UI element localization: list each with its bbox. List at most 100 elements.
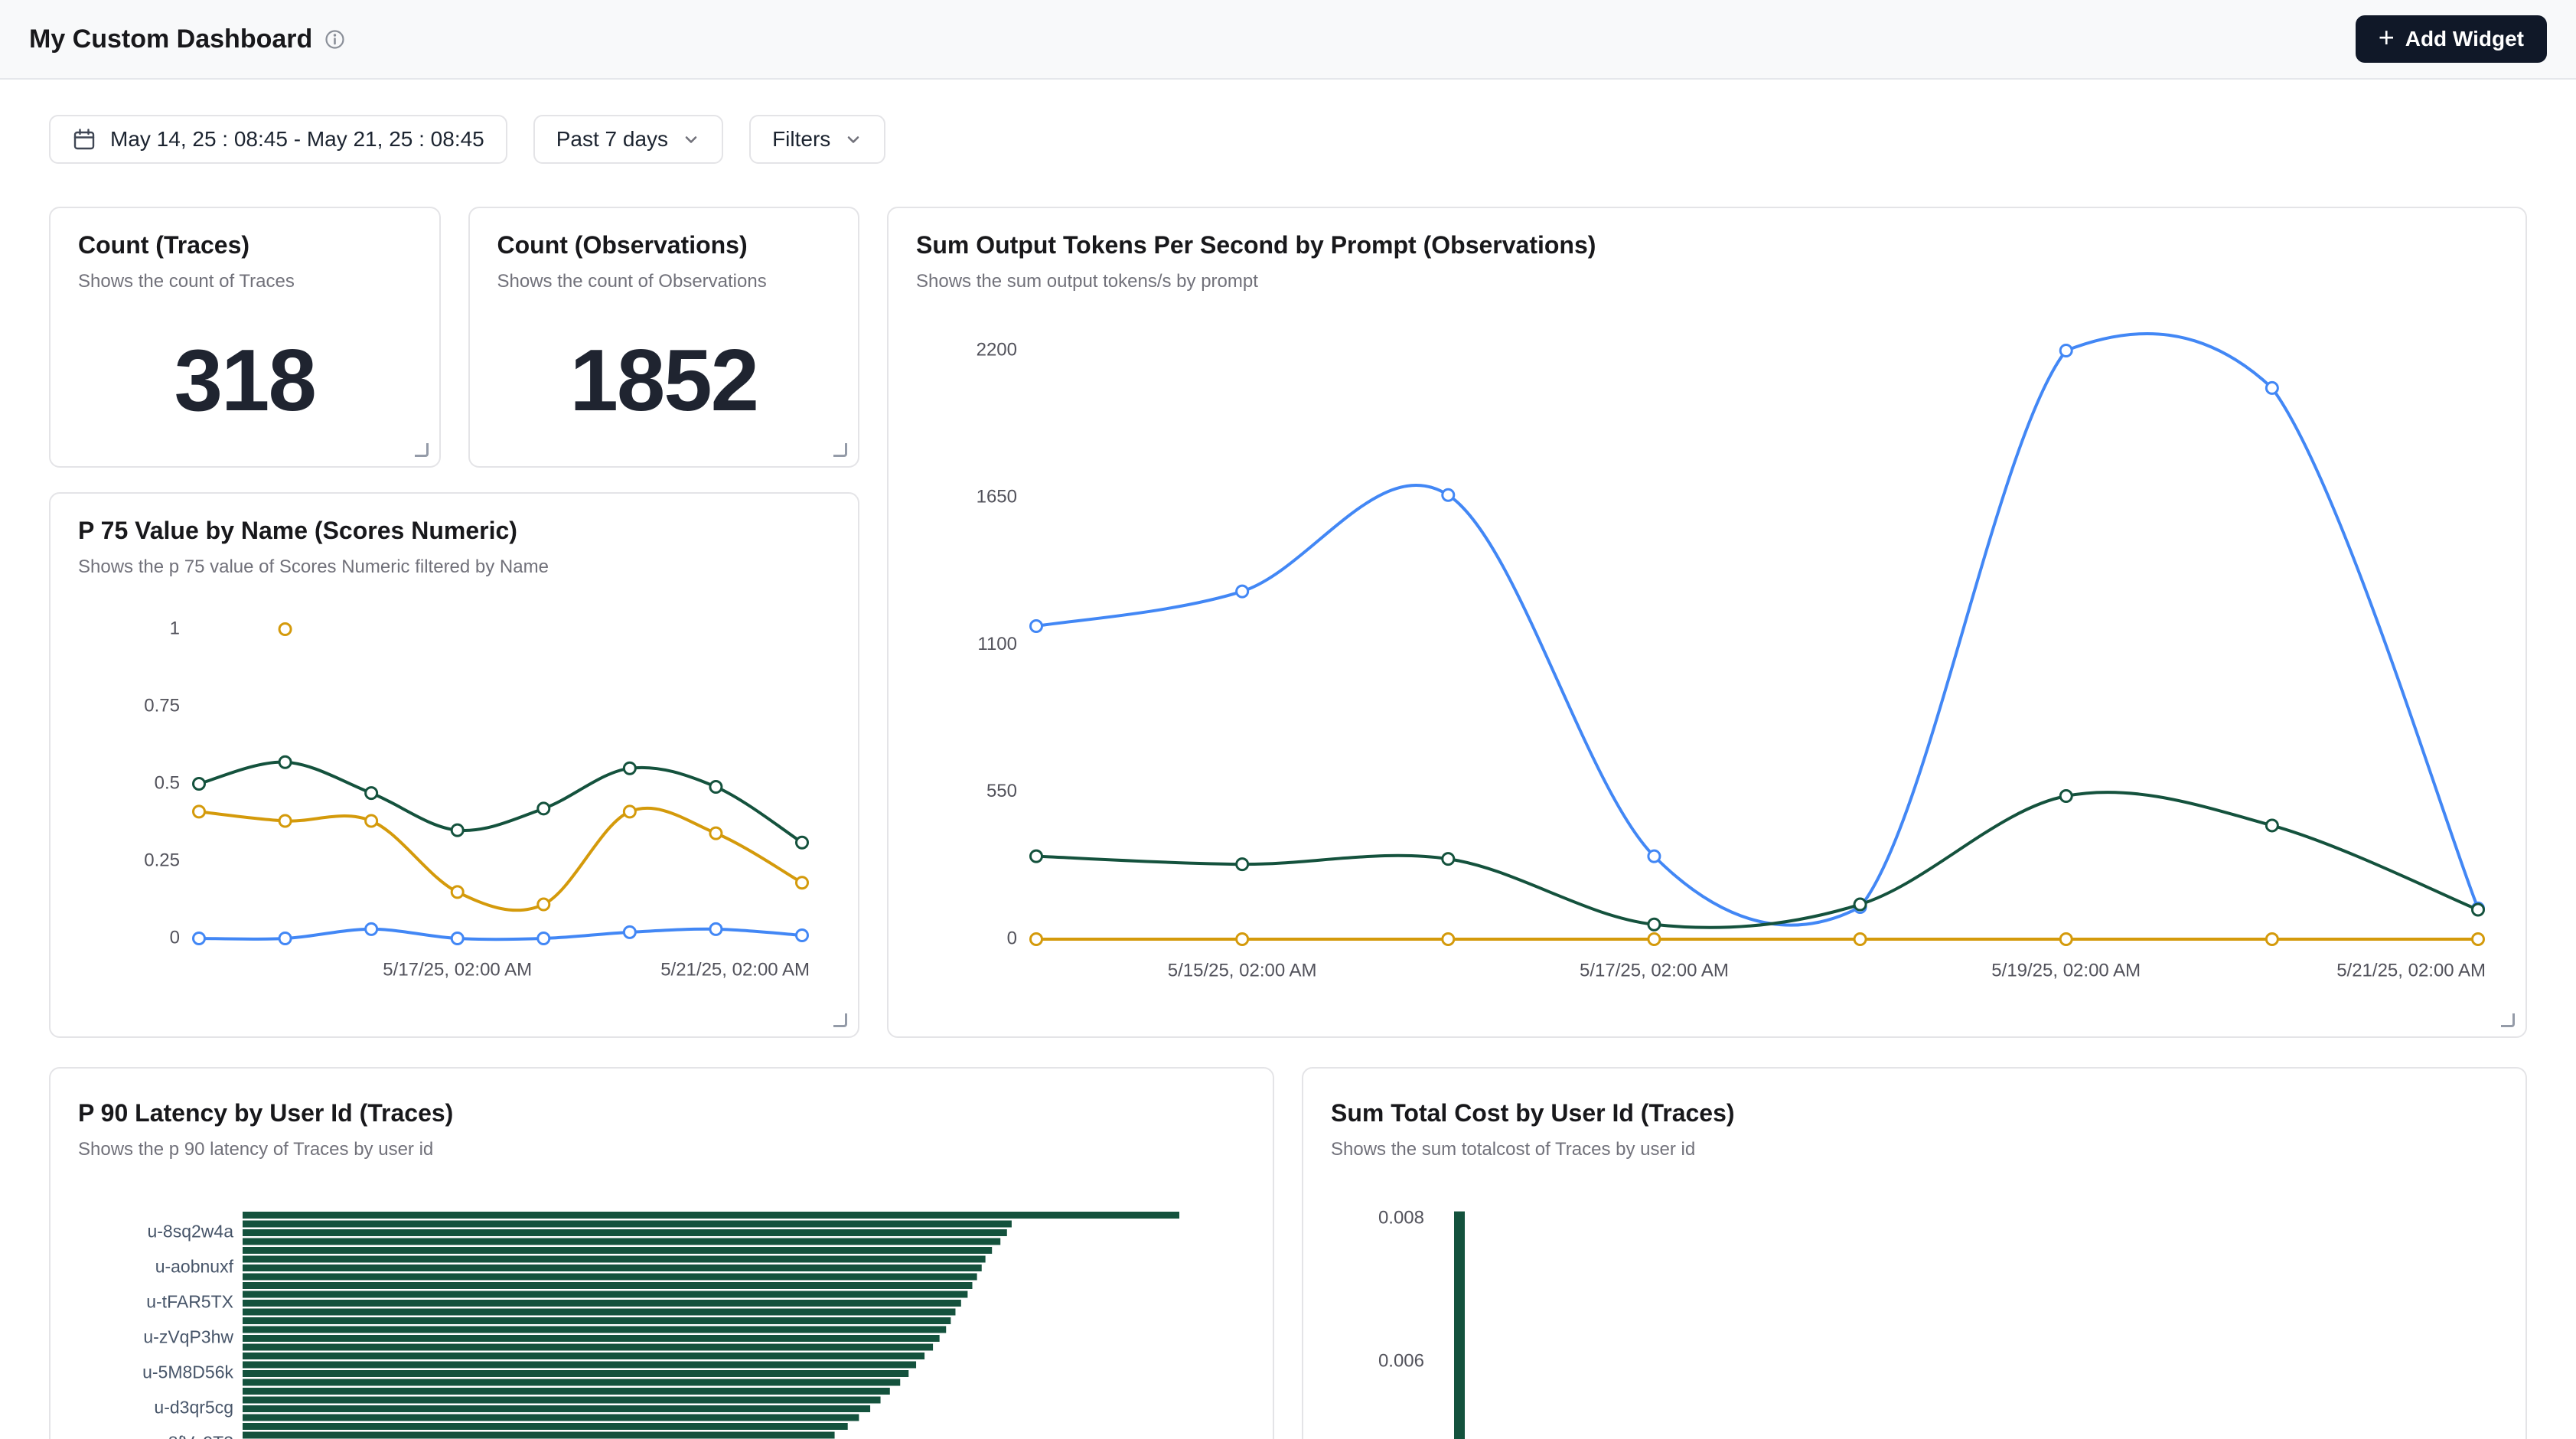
filters-button[interactable]: Filters	[749, 115, 885, 164]
resize-handle[interactable]	[833, 443, 847, 457]
info-icon[interactable]	[324, 29, 345, 50]
y-tick-label: 1100	[977, 634, 1017, 654]
y-tick-label: 0.75	[144, 695, 180, 716]
data-point	[194, 806, 205, 817]
bar-label: u-d3qr5cg	[154, 1397, 233, 1417]
line-series	[1036, 334, 2478, 925]
data-point	[1237, 933, 1248, 945]
sum-total-cost-bar-chart: 0.0080.006	[1331, 1173, 2501, 1439]
data-point	[2060, 344, 2072, 356]
x-tick-label: 5/21/25, 02:00 AM	[660, 959, 810, 980]
sum-output-tokens-line-chart: 05501100165022005/15/25, 02:00 AM5/17/25…	[916, 308, 2509, 982]
bar-label: u-8sq2w4a	[147, 1221, 233, 1241]
resize-handle[interactable]	[415, 443, 429, 457]
data-point	[2266, 382, 2278, 393]
filter-toolbar: May 14, 25 : 08:45 - May 21, 25 : 08:45 …	[0, 115, 2576, 164]
data-point	[2060, 790, 2072, 801]
bar	[243, 1238, 1000, 1245]
bar	[243, 1308, 955, 1315]
data-point	[1237, 858, 1248, 870]
bar	[243, 1423, 848, 1430]
resize-handle[interactable]	[833, 1013, 847, 1027]
data-point	[1443, 489, 1454, 501]
y-tick-label: 0	[170, 927, 180, 948]
widget-subtitle: Shows the sum totalcost of Traces by use…	[1331, 1139, 2498, 1161]
widget-count-traces: Count (Traces) Shows the count of Traces…	[49, 207, 441, 468]
add-widget-button[interactable]: + Add Widget	[2356, 15, 2547, 63]
bar	[243, 1255, 986, 1262]
data-point	[366, 923, 377, 935]
line-series	[1036, 792, 2478, 928]
widget-title: P 90 Latency by User Id (Traces)	[78, 1098, 1245, 1128]
date-range-label: May 14, 25 : 08:45 - May 21, 25 : 08:45	[110, 127, 484, 152]
widget-subtitle: Shows the p 90 latency of Traces by user…	[78, 1139, 1245, 1161]
dashboard-grid: Count (Traces) Shows the count of Traces…	[0, 207, 2576, 1038]
x-tick-label: 5/17/25, 02:00 AM	[383, 959, 532, 980]
bar	[243, 1396, 881, 1403]
bar-label: u-tFAR5TX	[146, 1291, 233, 1311]
range-preset-label: Past 7 days	[556, 127, 668, 152]
data-point	[2266, 820, 2278, 831]
data-point	[279, 932, 291, 944]
data-point	[538, 899, 549, 910]
date-range-button[interactable]: May 14, 25 : 08:45 - May 21, 25 : 08:45	[49, 115, 507, 164]
widget-title: Sum Output Tokens Per Second by Prompt (…	[916, 230, 2498, 260]
data-point	[710, 781, 722, 792]
data-point	[1648, 919, 1660, 930]
bar	[243, 1370, 908, 1377]
y-tick-label: 0.25	[144, 850, 180, 870]
bar	[1454, 1211, 1465, 1439]
data-point	[1031, 933, 1042, 945]
widget-subtitle: Shows the p 75 value of Scores Numeric f…	[78, 556, 830, 579]
widget-title: Count (Observations)	[497, 230, 831, 260]
data-point	[1648, 850, 1660, 862]
resize-handle[interactable]	[2501, 1013, 2515, 1027]
p75-value-line-chart: 00.250.50.7515/17/25, 02:00 AM5/21/25, 0…	[78, 594, 833, 981]
widget-subtitle: Shows the sum output tokens/s by prompt	[916, 271, 2498, 293]
data-point	[710, 923, 722, 935]
filters-label: Filters	[772, 127, 830, 152]
x-tick-label: 5/15/25, 02:00 AM	[1168, 960, 1317, 981]
count-traces-value: 318	[78, 338, 412, 425]
y-tick-label: 1650	[977, 486, 1017, 507]
widget-subtitle: Shows the count of Traces	[78, 271, 412, 293]
data-point	[452, 886, 463, 898]
data-point	[1854, 933, 1866, 945]
p90-latency-bar-chart: u-8sq2w4au-aobnuxfu-tFAR5TXu-zVqP3hwu-5M…	[78, 1173, 1248, 1439]
data-point	[710, 827, 722, 839]
x-tick-label: 5/19/25, 02:00 AM	[1991, 960, 2141, 981]
bar	[243, 1291, 967, 1297]
data-point	[2060, 933, 2072, 945]
y-tick-label: 0.008	[1378, 1207, 1424, 1228]
topbar: My Custom Dashboard + Add Widget	[0, 0, 2576, 80]
bar	[243, 1343, 933, 1350]
count-widgets-row: Count (Traces) Shows the count of Traces…	[49, 207, 859, 468]
bar	[243, 1212, 1179, 1219]
data-point	[1443, 933, 1454, 945]
data-point	[538, 803, 549, 814]
data-point	[1237, 586, 1248, 597]
x-tick-label: 5/21/25, 02:00 AM	[2336, 960, 2486, 981]
data-point	[194, 778, 205, 789]
bar	[243, 1229, 1007, 1236]
widget-p75-value: P 75 Value by Name (Scores Numeric) Show…	[49, 492, 859, 1038]
data-point	[366, 787, 377, 798]
count-observations-value: 1852	[497, 338, 831, 425]
data-point	[624, 762, 635, 774]
y-tick-label: 2200	[977, 339, 1017, 360]
bar	[243, 1220, 1012, 1227]
data-point	[194, 932, 205, 944]
bar	[243, 1282, 972, 1289]
data-point	[279, 815, 291, 827]
data-point	[2473, 904, 2484, 915]
widget-subtitle: Shows the count of Observations	[497, 271, 831, 293]
range-preset-select[interactable]: Past 7 days	[533, 115, 723, 164]
data-point	[2473, 933, 2484, 945]
bar-label: u-zVqP3hw	[143, 1326, 233, 1346]
bar	[243, 1414, 859, 1421]
bar	[243, 1379, 900, 1385]
data-point	[279, 756, 291, 768]
bar	[243, 1247, 992, 1254]
data-point	[1648, 933, 1660, 945]
bar	[243, 1431, 835, 1438]
